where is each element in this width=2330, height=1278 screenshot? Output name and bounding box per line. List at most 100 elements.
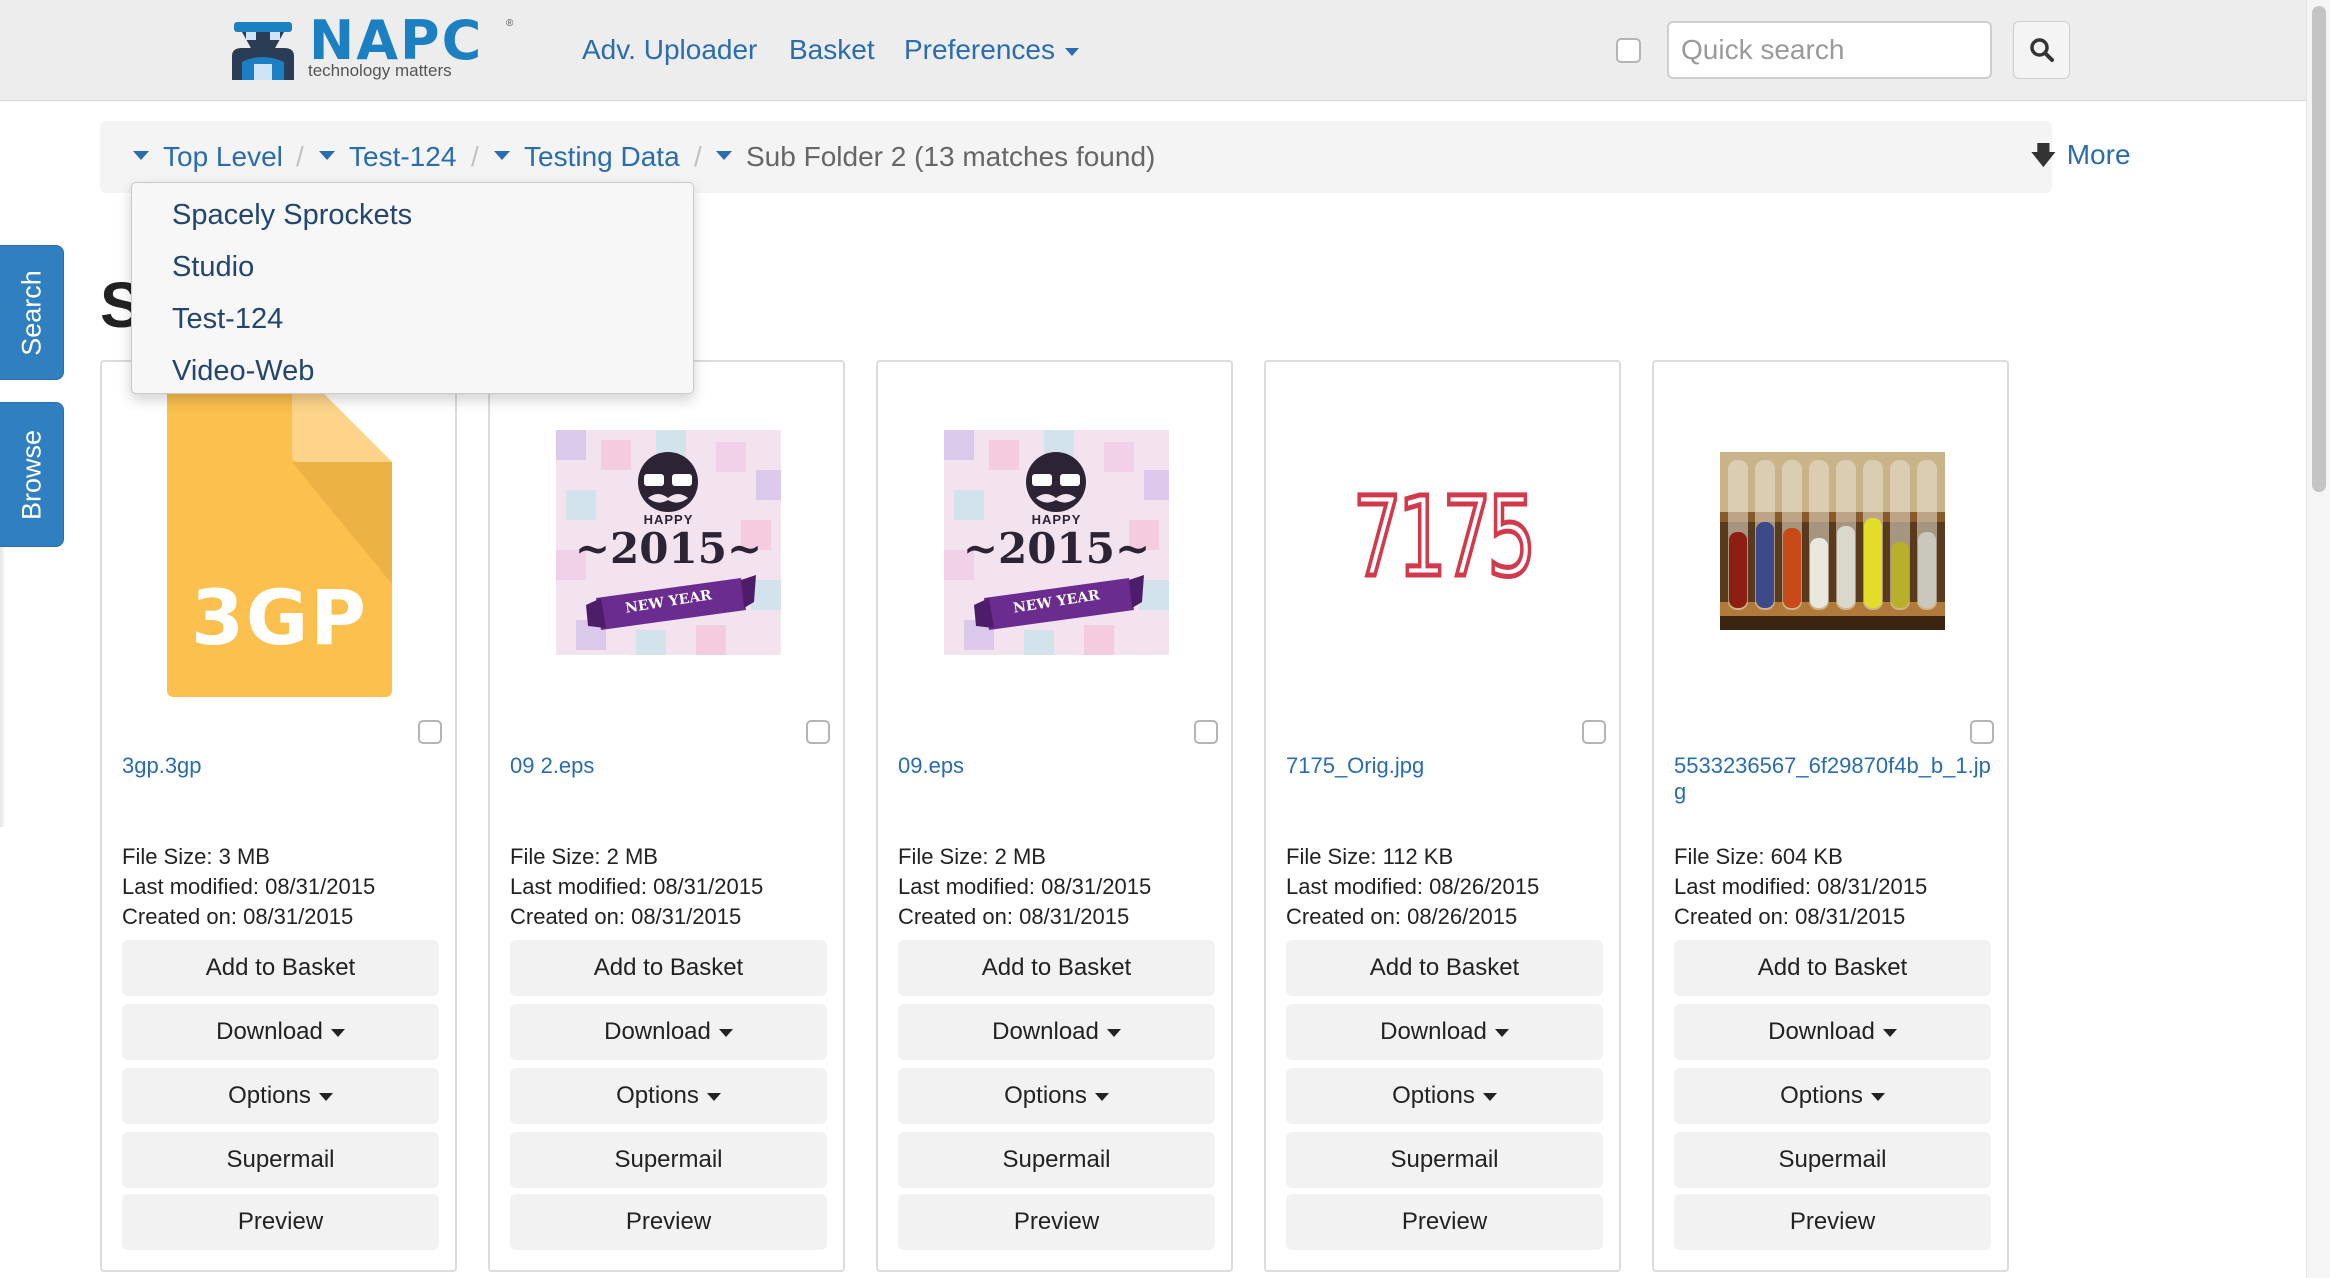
chevron-down-icon [1064,47,1079,56]
created-on-row: Created on: 08/31/2015 [1674,902,1927,932]
options-button[interactable]: Options [510,1068,827,1124]
download-button[interactable]: Download [122,1004,439,1060]
nav-adv-uploader[interactable]: Adv. Uploader [582,34,757,66]
asset-select-checkbox[interactable] [1970,720,1994,744]
options-label: Options [1392,1082,1475,1109]
options-button[interactable]: Options [1674,1068,1991,1124]
napc-logo[interactable]: NAPC ® technology matters [224,9,514,82]
created-on-row: Created on: 08/31/2015 [122,902,375,932]
add-to-basket-button[interactable]: Add to Basket [1674,940,1991,996]
logo-word: NAPC [309,9,484,72]
download-button[interactable]: Download [510,1004,827,1060]
file-size-row: File Size: 2 MB [510,842,763,872]
options-button[interactable]: Options [898,1068,1215,1124]
supermail-button[interactable]: Supermail [122,1132,439,1188]
add-to-basket-button[interactable]: Add to Basket [898,940,1215,996]
scrollbar-thumb[interactable] [2312,6,2326,492]
breadcrumb-label: Testing Data [524,141,680,172]
preview-button[interactable]: Preview [510,1194,827,1250]
search-button[interactable] [2013,21,2070,79]
created-on-label: Created on: [1674,904,1796,929]
supermail-button[interactable]: Supermail [898,1132,1215,1188]
add-to-basket-button[interactable]: Add to Basket [122,940,439,996]
dropdown-item-spacely-sprockets[interactable]: Spacely Sprockets [132,189,693,241]
asset-thumbnail[interactable]: 3GP [102,362,455,702]
quick-search-input[interactable] [1667,21,1992,79]
created-on-label: Created on: [510,904,632,929]
nav-basket[interactable]: Basket [789,34,875,66]
breadcrumb-separator: / [694,141,702,172]
dropdown-item-test-124[interactable]: Test-124 [132,293,693,345]
asset-file-name[interactable]: 5533236567_6f29870f4b_b_1.jpg [1674,753,1994,805]
side-tab-search[interactable]: Search [0,245,64,380]
last-modified-label: Last modified: [898,874,1042,899]
breadcrumb-label: Top Level [163,141,283,172]
page-scrollbar[interactable] [2306,0,2330,1278]
asset-card: 3GP 3gp.3gp File Size: 3 MB Last modifie… [100,360,457,1272]
file-size-value: 2 MB [606,844,658,869]
asset-thumbnail[interactable]: HAPPY ~2015~ NEW YEAR [878,362,1231,702]
asset-select-checkbox[interactable] [418,720,442,744]
asset-card: 5533236567_6f29870f4b_b_1.jpg File Size:… [1652,360,2009,1272]
side-tab-browse[interactable]: Browse [0,402,64,547]
asset-file-name[interactable]: 3gp.3gp [122,753,442,779]
nav-preferences[interactable]: Preferences [904,34,1079,66]
asset-thumbnail[interactable]: HAPPY ~2015~ NEW YEAR [490,362,843,702]
happy-new-year-image: HAPPY ~2015~ NEW YEAR [944,430,1169,655]
last-modified-value: 08/26/2015 [1429,874,1540,899]
download-label: Download [604,1018,711,1045]
asset-file-name[interactable]: 09.eps [898,753,1218,779]
created-on-label: Created on: [122,904,244,929]
asset-metadata: File Size: 604 KB Last modified: 08/31/2… [1674,842,1927,932]
supermail-button[interactable]: Supermail [1286,1132,1603,1188]
asset-thumbnail[interactable]: 7175 [1266,362,1619,702]
download-button[interactable]: Download [898,1004,1215,1060]
asset-card: 7175 7175_Orig.jpg File Size: 112 KB Las… [1264,360,1621,1272]
breadcrumb-separator: / [471,141,479,172]
options-label: Options [1780,1082,1863,1109]
download-label: Download [1380,1018,1487,1045]
supermail-button[interactable]: Supermail [1674,1132,1991,1188]
chevron-down-icon [1106,1028,1121,1037]
select-all-checkbox[interactable] [1616,38,1641,63]
preview-button[interactable]: Preview [898,1194,1215,1250]
download-label: Download [992,1018,1099,1045]
breadcrumb-item-top-level[interactable]: Top Level [133,141,283,173]
preview-button[interactable]: Preview [1286,1194,1603,1250]
asset-metadata: File Size: 3 MB Last modified: 08/31/201… [122,842,375,932]
asset-thumbnail[interactable] [1654,362,2007,702]
more-button[interactable]: 🡇 More [2030,139,2131,171]
more-label: More [2066,139,2131,170]
created-on-value: 08/31/2015 [631,904,742,929]
breadcrumb-item-testing-data[interactable]: Testing Data [494,141,680,173]
download-button[interactable]: Download [1674,1004,1991,1060]
preview-button[interactable]: Preview [1674,1194,1991,1250]
asset-file-name[interactable]: 09 2.eps [510,753,830,779]
preview-button[interactable]: Preview [122,1194,439,1250]
add-to-basket-button[interactable]: Add to Basket [510,940,827,996]
chevron-down-icon [1482,1092,1497,1101]
last-modified-label: Last modified: [510,874,654,899]
options-button[interactable]: Options [122,1068,439,1124]
last-modified-row: Last modified: 08/26/2015 [1286,872,1539,902]
file-size-row: File Size: 3 MB [122,842,375,872]
add-to-basket-button[interactable]: Add to Basket [1286,940,1603,996]
supermail-button[interactable]: Supermail [510,1132,827,1188]
breadcrumb-item-test-124[interactable]: Test-124 [319,141,456,173]
asset-select-checkbox[interactable] [806,720,830,744]
asset-select-checkbox[interactable] [1582,720,1606,744]
number-7175-image: 7175 [1351,473,1538,601]
options-button[interactable]: Options [1286,1068,1603,1124]
chevron-down-icon [318,1092,333,1101]
thumbnail-year-text: ~2015~ [962,524,1151,573]
asset-file-name[interactable]: 7175_Orig.jpg [1286,753,1606,779]
chevron-down-icon [1094,1092,1109,1101]
dropdown-item-studio[interactable]: Studio [132,241,693,293]
breadcrumb-current[interactable]: Sub Folder 2 (13 matches found) [716,141,1155,173]
chevron-down-icon [330,1028,345,1037]
asset-select-checkbox[interactable] [1194,720,1218,744]
dropdown-item-video-web[interactable]: Video-Web [132,345,693,397]
thumbnail-year-text: ~2015~ [574,524,763,573]
download-button[interactable]: Download [1286,1004,1603,1060]
breadcrumb-label: Test-124 [349,141,457,172]
